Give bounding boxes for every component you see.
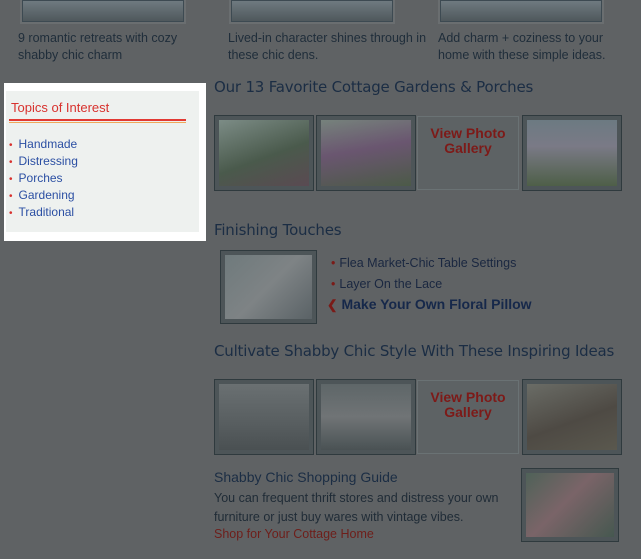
gardens-heading[interactable]: Our 13 Favorite Cottage Gardens & Porche… (214, 78, 533, 96)
cultivate-photo-2[interactable] (316, 379, 416, 455)
shopping-description: You can frequent thrift stores and distr… (214, 491, 499, 524)
topic-link[interactable]: Traditional (19, 205, 75, 219)
finishing-link[interactable]: Layer On the Lace (339, 277, 442, 291)
shopping-title[interactable]: Shabby Chic Shopping Guide (214, 469, 398, 485)
bullet-icon: • (9, 208, 13, 219)
shopping-link[interactable]: Shop for Your Cottage Home (214, 527, 374, 541)
topic-distressing[interactable]: • Distressing (9, 154, 78, 170)
gallery-line-2: Gallery (444, 404, 492, 420)
finishing-photo[interactable] (220, 250, 317, 324)
topic-handmade[interactable]: • Handmade (9, 137, 77, 153)
chevron-left-icon: ❮ (327, 298, 338, 312)
shopping-photo[interactable] (521, 468, 619, 542)
topic-porches[interactable]: • Porches (9, 171, 63, 187)
title-rule-accent (9, 122, 186, 123)
finishing-item-1[interactable]: • Flea Market-Chic Table Settings (331, 256, 516, 270)
top-thumb-3[interactable] (440, 0, 602, 22)
gallery-line-2: Gallery (444, 140, 492, 156)
top-caption-2[interactable]: Lived-in character shines through in the… (228, 30, 428, 64)
bullet-icon: • (9, 191, 13, 202)
cultivate-photo-1[interactable] (214, 379, 314, 455)
bullet-icon: • (331, 256, 336, 270)
cultivate-heading[interactable]: Cultivate Shabby Chic Style With These I… (214, 342, 614, 360)
gallery-line-1: View Photo (430, 125, 506, 141)
gallery-line-1: View Photo (430, 389, 506, 405)
finishing-item-2[interactable]: • Layer On the Lace (331, 277, 442, 291)
bullet-icon: • (9, 174, 13, 185)
finishing-featured-link[interactable]: Make Your Own Floral Pillow (341, 296, 531, 312)
cultivate-photo-3[interactable] (522, 379, 622, 455)
bullet-icon: • (9, 157, 13, 168)
cultivate-gallery-link[interactable]: View Photo Gallery (417, 380, 519, 454)
topic-link[interactable]: Gardening (19, 188, 75, 202)
top-caption-1[interactable]: 9 romantic retreats with cozy shabby chi… (18, 30, 198, 64)
garden-photo-1[interactable] (214, 115, 314, 191)
top-thumb-1[interactable] (22, 0, 184, 22)
topic-link[interactable]: Porches (19, 171, 63, 185)
title-rule (9, 119, 186, 121)
top-caption-3[interactable]: Add charm + coziness to your home with t… (438, 30, 623, 64)
topics-title: Topics of Interest (11, 100, 110, 115)
topic-link[interactable]: Distressing (19, 154, 78, 168)
finishing-heading[interactable]: Finishing Touches (214, 221, 342, 239)
finishing-item-3[interactable]: ❮ Make Your Own Floral Pillow (327, 296, 532, 312)
finishing-link[interactable]: Flea Market-Chic Table Settings (339, 256, 516, 270)
garden-photo-2[interactable] (316, 115, 416, 191)
topic-traditional[interactable]: • Traditional (9, 205, 74, 221)
topic-gardening[interactable]: • Gardening (9, 188, 75, 204)
bullet-icon: • (9, 140, 13, 151)
bullet-icon: • (331, 277, 336, 291)
garden-photo-3[interactable] (522, 115, 622, 191)
top-thumb-2[interactable] (231, 0, 393, 22)
topic-link[interactable]: Handmade (19, 137, 78, 151)
gardens-gallery-link[interactable]: View Photo Gallery (417, 116, 519, 190)
